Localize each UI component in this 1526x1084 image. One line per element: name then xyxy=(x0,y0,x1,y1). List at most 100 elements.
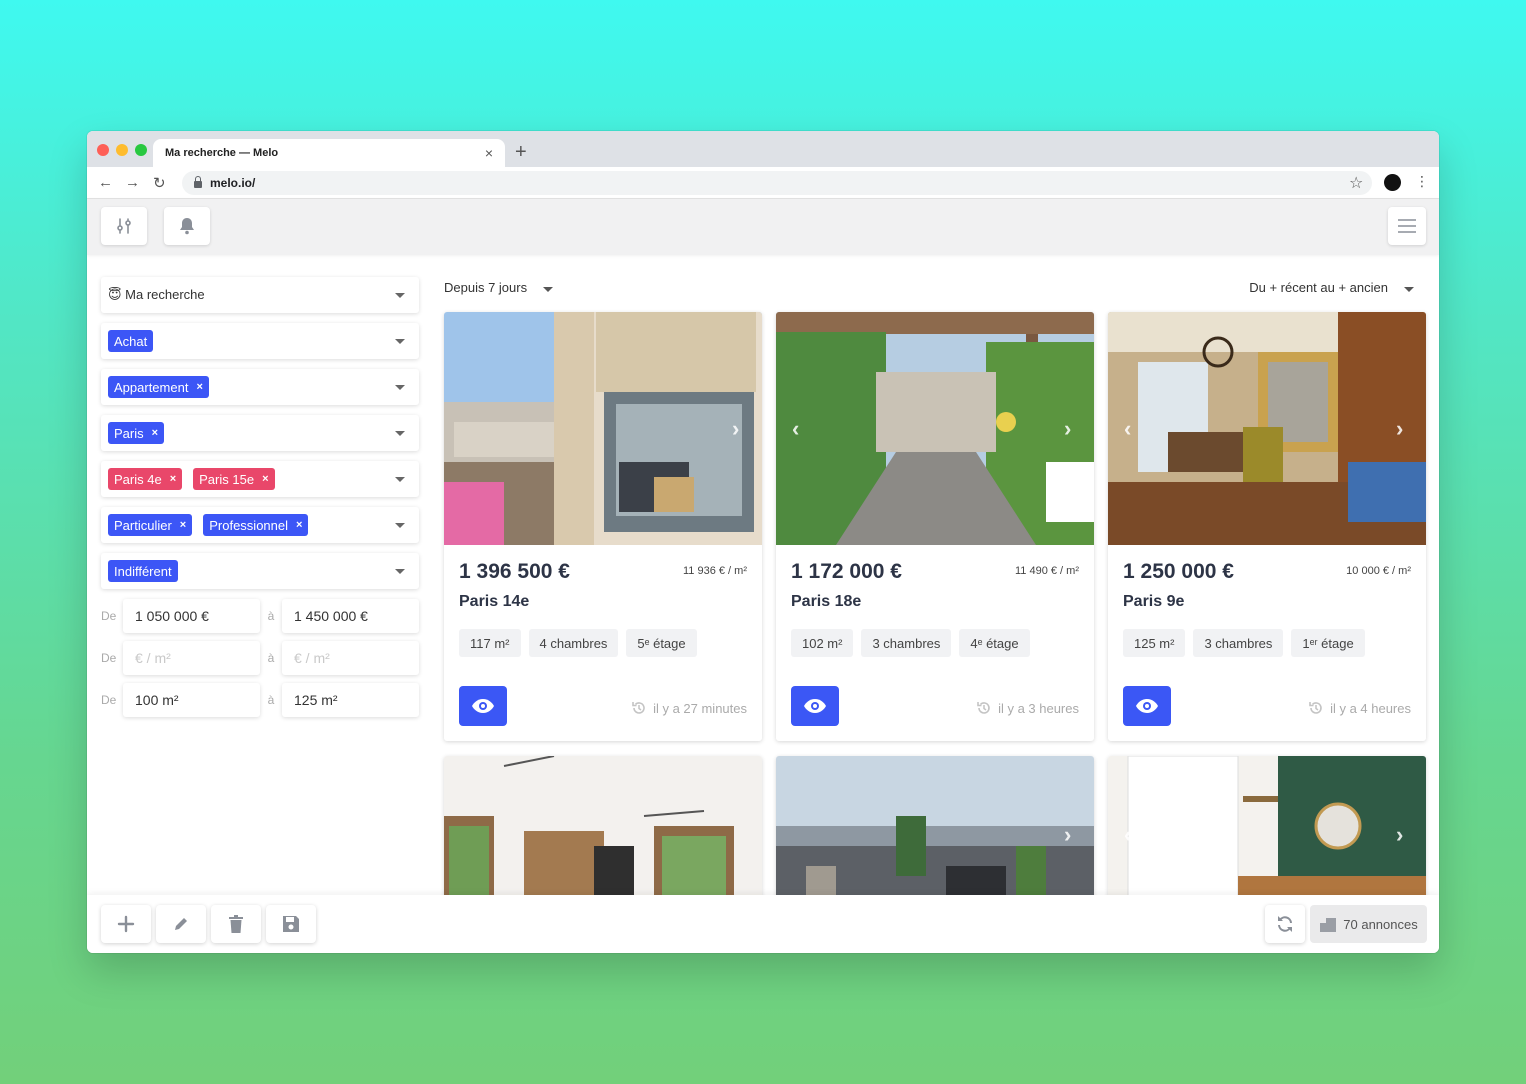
profile-avatar[interactable] xyxy=(1384,174,1401,191)
next-photo-icon[interactable]: › xyxy=(1064,416,1071,442)
property-type-select[interactable]: Appartement × xyxy=(101,369,419,405)
listing-photo[interactable]: › xyxy=(444,312,762,545)
bottom-toolbar: 70 annonces xyxy=(87,895,1439,953)
eye-icon xyxy=(1136,699,1158,713)
chevron-down-icon xyxy=(395,523,405,528)
previous-photo-icon[interactable]: ‹ xyxy=(792,416,799,442)
listing-card[interactable]: ‹ › xyxy=(1108,756,1426,916)
edit-search-button[interactable] xyxy=(156,905,206,943)
hamburger-menu-button[interactable] xyxy=(1388,207,1426,245)
chevron-down-icon xyxy=(1404,286,1414,292)
url-text: melo.io/ xyxy=(210,176,256,190)
app-header xyxy=(87,199,1439,255)
listing-tags: 117 m² 4 chambres 5ᵉ étage xyxy=(459,629,705,657)
browser-menu-icon[interactable]: ⋮ xyxy=(1415,173,1429,190)
listing-card[interactable]: › xyxy=(776,756,1094,916)
price-per-m2-range: De à xyxy=(101,641,419,675)
seller-chip: Professionnel × xyxy=(203,514,309,536)
surface-tag: 102 m² xyxy=(791,629,854,657)
tab-close-icon[interactable]: × xyxy=(485,145,493,161)
price-min-input[interactable] xyxy=(123,599,260,633)
chevron-down-icon xyxy=(395,385,405,390)
transaction-select[interactable]: Achat xyxy=(101,323,419,359)
condition-chip: Indifférent xyxy=(108,560,178,582)
listing-price-per-m2: 11 936 € / m² xyxy=(683,565,747,577)
next-photo-icon[interactable]: › xyxy=(1396,822,1403,848)
listing-card[interactable]: ‹ › 1 172 000 € 11 490 € / m² Paris 18e … xyxy=(776,312,1094,741)
listing-price-per-m2: 10 000 € / m² xyxy=(1346,565,1411,577)
filters-button[interactable] xyxy=(101,207,147,245)
history-icon xyxy=(632,702,645,714)
listing-card[interactable]: › 1 396 500 € 11 936 € / m² Paris 14e 11… xyxy=(444,312,762,741)
range-to-label: à xyxy=(267,651,275,665)
ppm-max-input[interactable] xyxy=(282,641,419,675)
view-listing-button[interactable] xyxy=(791,686,839,726)
refresh-button[interactable] xyxy=(1265,905,1305,943)
remove-chip-icon[interactable]: × xyxy=(196,381,202,393)
seller-chip: Particulier × xyxy=(108,514,193,536)
chevron-down-icon xyxy=(395,431,405,436)
listing-photo[interactable] xyxy=(444,756,762,916)
next-photo-icon[interactable]: › xyxy=(1396,416,1403,442)
save-search-button[interactable] xyxy=(266,905,316,943)
price-max-input[interactable] xyxy=(282,599,419,633)
ppm-min-input[interactable] xyxy=(123,641,260,675)
back-icon[interactable]: ← xyxy=(98,174,113,191)
condition-select[interactable]: Indifférent xyxy=(101,553,419,589)
browser-tab[interactable]: Ma recherche — Melo × xyxy=(153,139,505,167)
chevron-down-icon xyxy=(543,286,554,292)
city-select[interactable]: Paris × xyxy=(101,415,419,451)
bookmark-star-icon[interactable]: ☆ xyxy=(1349,173,1363,193)
sort-select[interactable]: Du + récent au + ancien xyxy=(1249,280,1414,295)
seller-type-select[interactable]: Particulier × Professionnel × xyxy=(101,507,419,543)
close-window-button[interactable] xyxy=(97,144,109,156)
remove-chip-icon[interactable]: × xyxy=(262,473,268,485)
listing-photo[interactable]: ‹ › xyxy=(776,312,1094,545)
chevron-down-icon xyxy=(395,339,405,344)
remove-chip-icon[interactable]: × xyxy=(170,473,176,485)
view-listing-button[interactable] xyxy=(1123,686,1171,726)
browser-window: Ma recherche — Melo × + ← → ↻ melo.io/ ☆… xyxy=(87,131,1439,953)
sort-label: Du + récent au + ancien xyxy=(1249,280,1388,295)
trash-icon xyxy=(229,915,243,933)
view-listing-button[interactable] xyxy=(459,686,507,726)
listing-age: il y a 3 heures xyxy=(976,700,1079,716)
minimize-window-button[interactable] xyxy=(116,144,128,156)
delete-search-button[interactable] xyxy=(211,905,261,943)
district-select[interactable]: Paris 4e × Paris 15e × xyxy=(101,461,419,497)
listing-photo[interactable]: ‹ › xyxy=(1108,312,1426,545)
range-to-label: à xyxy=(267,693,275,707)
price-range: De à xyxy=(101,599,419,633)
previous-photo-icon[interactable]: ‹ xyxy=(1124,822,1131,848)
listing-photo[interactable]: › xyxy=(776,756,1094,916)
period-select[interactable]: Depuis 7 jours xyxy=(444,280,554,295)
add-search-button[interactable] xyxy=(101,905,151,943)
next-photo-icon[interactable]: › xyxy=(1064,822,1071,848)
filters-icon xyxy=(117,218,131,234)
alerts-button[interactable] xyxy=(164,207,210,245)
next-photo-icon[interactable]: › xyxy=(732,416,739,442)
address-bar[interactable]: melo.io/ xyxy=(182,171,1372,195)
surface-min-input[interactable] xyxy=(123,683,260,717)
reload-icon[interactable]: ↻ xyxy=(153,174,166,192)
remove-chip-icon[interactable]: × xyxy=(296,519,302,531)
range-from-label: De xyxy=(101,693,117,707)
saved-search-select[interactable]: 😇 Ma recherche xyxy=(101,277,419,313)
previous-photo-icon[interactable]: ‹ xyxy=(1124,416,1131,442)
surface-max-input[interactable] xyxy=(282,683,419,717)
plus-icon xyxy=(117,915,135,933)
remove-chip-icon[interactable]: × xyxy=(180,519,186,531)
listing-price: 1 250 000 € xyxy=(1123,560,1234,583)
forward-icon[interactable]: → xyxy=(125,174,140,191)
buildings-icon xyxy=(1320,918,1337,932)
new-tab-button[interactable]: + xyxy=(515,141,527,164)
listing-card[interactable]: ‹ › 1 250 000 € 10 000 € / m² Paris 9e 1… xyxy=(1108,312,1426,741)
eye-icon xyxy=(804,699,826,713)
transaction-chip: Achat xyxy=(108,330,154,352)
listing-age: il y a 4 heures xyxy=(1308,700,1411,716)
listing-card[interactable] xyxy=(444,756,762,916)
listing-photo[interactable]: ‹ › xyxy=(1108,756,1426,916)
maximize-window-button[interactable] xyxy=(135,144,147,156)
remove-chip-icon[interactable]: × xyxy=(152,427,158,439)
range-from-label: De xyxy=(101,651,117,665)
